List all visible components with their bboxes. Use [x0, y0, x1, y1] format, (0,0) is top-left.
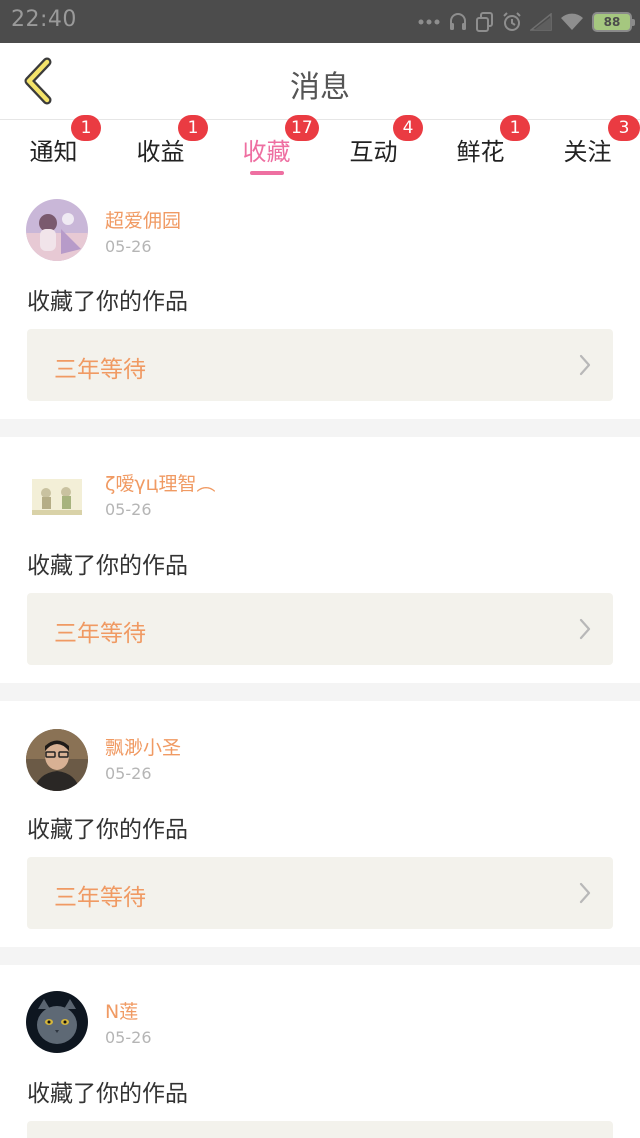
- feed-card: 超爱佣园 05-26 收藏了你的作品 三年等待: [0, 180, 640, 419]
- tab-badge: 1: [178, 115, 208, 141]
- feed-card: N莲 05-26 收藏了你的作品: [0, 965, 640, 1138]
- chevron-right-icon: [579, 618, 591, 640]
- action-text: 收藏了你的作品: [27, 817, 188, 843]
- feed-card: 飘渺小圣 05-26 收藏了你的作品 三年等待: [0, 701, 640, 947]
- work-title: 三年等待: [54, 885, 146, 911]
- work-title: 三年等待: [54, 621, 146, 647]
- chevron-right-icon: [579, 354, 591, 376]
- status-time: 22:40: [11, 7, 77, 32]
- tab-badge: 1: [500, 115, 530, 141]
- copy-icon: [476, 12, 493, 32]
- work-link[interactable]: 三年等待: [27, 329, 613, 401]
- work-link[interactable]: 三年等待: [27, 857, 613, 929]
- wifi-icon: [561, 13, 583, 30]
- headset-icon: [450, 13, 466, 30]
- action-text: 收藏了你的作品: [27, 553, 188, 579]
- work-link[interactable]: [27, 1121, 613, 1138]
- tab-flowers[interactable]: 鲜花 1: [427, 115, 534, 180]
- chevron-right-icon: [579, 882, 591, 904]
- dots-icon: [418, 19, 440, 25]
- username[interactable]: 超爱佣园: [105, 206, 181, 233]
- tab-badge: 1: [71, 115, 101, 141]
- action-text: 收藏了你的作品: [27, 1081, 188, 1107]
- signal-icon: [530, 13, 552, 31]
- feed-card: ζ嗳γц理智︵ 05-26 收藏了你的作品 三年等待: [0, 437, 640, 683]
- alarm-icon: [503, 12, 521, 31]
- work-title: 三年等待: [54, 357, 146, 383]
- page-title: 消息: [290, 70, 350, 105]
- tab-follow[interactable]: 关注 3: [533, 115, 640, 180]
- status-bar: 22:40 88: [0, 0, 640, 43]
- date: 05-26: [105, 237, 152, 256]
- tab-notification[interactable]: 通知 1: [0, 115, 107, 180]
- status-icons: 88: [418, 9, 635, 35]
- tab-favorites[interactable]: 收藏 17: [213, 115, 320, 180]
- avatar[interactable]: [26, 199, 88, 261]
- active-tab-indicator: [249, 171, 284, 175]
- header-bar: 消息: [0, 43, 640, 120]
- date: 05-26: [105, 764, 152, 783]
- username[interactable]: N莲: [105, 997, 138, 1024]
- date: 05-26: [105, 1028, 152, 1047]
- username[interactable]: 飘渺小圣: [105, 733, 181, 760]
- tab-badge: 17: [285, 115, 319, 141]
- tab-badge: 3: [608, 115, 640, 141]
- work-link[interactable]: 三年等待: [27, 593, 613, 665]
- avatar[interactable]: [26, 991, 88, 1053]
- avatar[interactable]: [26, 729, 88, 791]
- avatar[interactable]: [26, 465, 88, 527]
- tab-earnings[interactable]: 收益 1: [107, 115, 214, 180]
- username[interactable]: ζ嗳γц理智︵: [105, 469, 216, 496]
- action-text: 收藏了你的作品: [27, 289, 188, 315]
- tab-interaction[interactable]: 互动 4: [320, 115, 427, 180]
- date: 05-26: [105, 500, 152, 519]
- tab-bar: 通知 1 收益 1 收藏 17 互动 4 鲜花 1 关注 3: [0, 115, 640, 180]
- tab-badge: 4: [393, 115, 423, 141]
- battery-icon: 88: [592, 12, 635, 32]
